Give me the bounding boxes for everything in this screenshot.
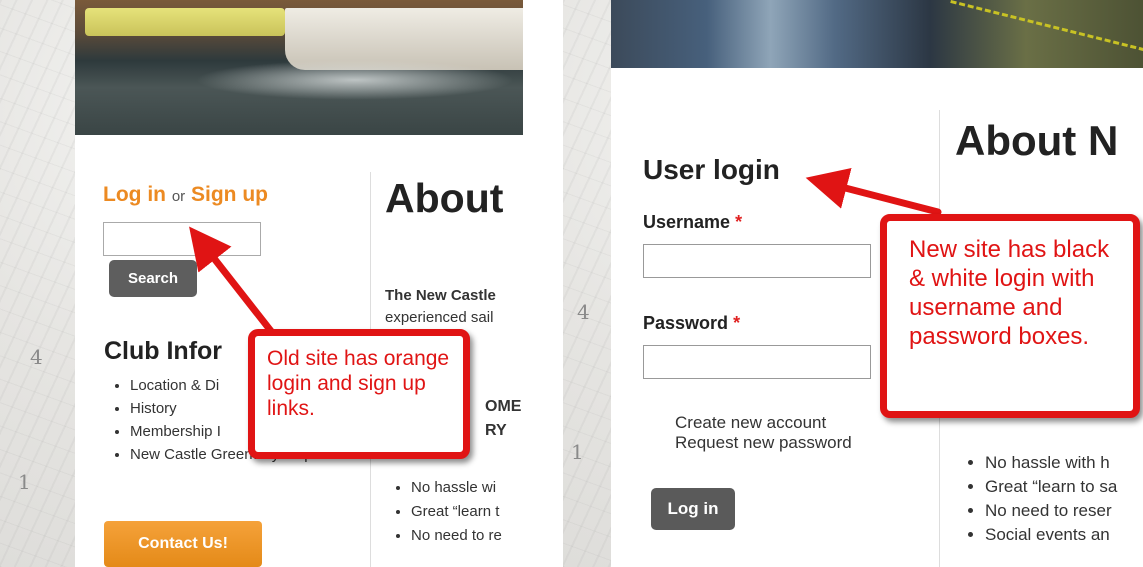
new-site-callout: New site has black & white login with us… [880, 214, 1140, 418]
old-site-callout: Old site has orange login and sign up li… [248, 329, 470, 459]
arrow-new [805, 167, 942, 216]
arrow-old [189, 226, 282, 344]
